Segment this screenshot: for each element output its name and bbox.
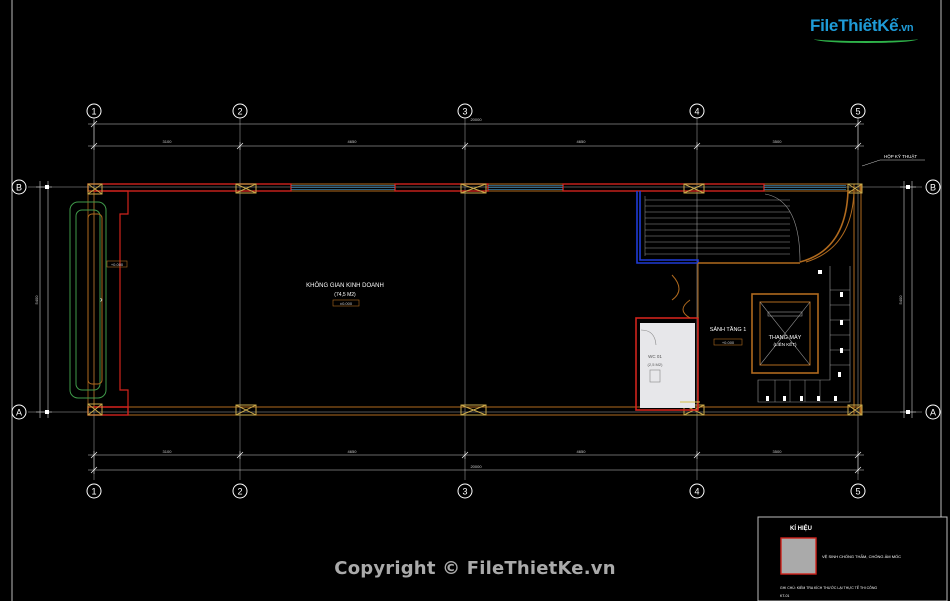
grid-label: 1 <box>91 487 96 497</box>
grid-label: 2 <box>237 107 242 117</box>
grid-label: A <box>930 408 936 418</box>
level-mark: +0.000 <box>722 340 735 345</box>
grid-bubbles-rows: B A B A <box>11 179 941 420</box>
room-sublabel: (74,5 M2) <box>334 292 356 298</box>
grid-bubbles-bottom: 1 2 3 4 5 <box>86 483 866 499</box>
structural-columns <box>87 183 863 416</box>
dimension-text: 3500 <box>773 139 783 144</box>
wc-room <box>635 317 699 411</box>
dimension-sides <box>36 181 916 418</box>
grid-label: 4 <box>694 107 699 117</box>
lower-staircase <box>757 266 851 403</box>
grid-bubbles-top: 1 2 3 4 5 <box>86 103 866 119</box>
leader-line <box>861 159 881 167</box>
facade-arrow: › <box>100 295 103 304</box>
annotation: HỘP KỸ THUẬT <box>884 153 917 159</box>
dimension-top <box>88 120 864 150</box>
grid-label: 2 <box>237 487 242 497</box>
grid-axes <box>28 118 922 480</box>
grid-label: 4 <box>694 487 699 497</box>
legend-sheet: KT-01 <box>780 594 789 598</box>
elevator-shaft <box>751 293 819 374</box>
brand-swoosh <box>814 35 918 43</box>
grid-label: 3 <box>462 487 467 497</box>
brand-suffix: .vn <box>898 22 914 34</box>
dimension-text: 4650 <box>348 449 358 454</box>
dimension-text: 20000 <box>470 464 482 469</box>
staircase <box>636 190 855 264</box>
dimension-bottom <box>88 451 864 474</box>
level-mark: +0.000 <box>111 262 124 267</box>
brand-logo: FileThiếtKế.vn <box>810 14 920 43</box>
grid-label: 5 <box>855 107 860 117</box>
grid-label: B <box>16 183 22 193</box>
copyright-watermark: Copyright © FileThietKe.vn <box>334 558 616 579</box>
dimension-text: 3100 <box>163 139 173 144</box>
floor-plan-drawing: 1 2 3 4 5 1 2 3 4 5 B A B A 20000 3100 4… <box>11 0 948 601</box>
brand-name: FileThiếtKế <box>810 16 899 35</box>
grid-label: 5 <box>855 487 860 497</box>
dimension-text: 5400 <box>898 295 903 305</box>
dimension-text: 5400 <box>34 295 39 305</box>
room-sublabel: (2,5 M2) <box>648 362 664 367</box>
dimension-text: 4650 <box>348 139 358 144</box>
grid-label: 1 <box>91 107 96 117</box>
legend-title: KÍ HIỆU <box>790 524 812 532</box>
section-markers <box>45 185 910 414</box>
grid-label: 3 <box>462 107 467 117</box>
level-mark: ±0.000 <box>340 301 353 306</box>
grid-label: A <box>16 408 22 418</box>
dimension-text: 3100 <box>163 449 173 454</box>
dimension-text: 3500 <box>773 449 783 454</box>
exterior-walls <box>87 183 862 416</box>
grid-label: B <box>930 183 936 193</box>
dimension-text: 4650 <box>577 449 587 454</box>
dimension-text: 4650 <box>577 139 587 144</box>
room-label: WC 01 <box>648 354 662 359</box>
room-label: KHÔNG GIAN KINH DOANH <box>306 282 384 289</box>
dimension-text: 20000 <box>470 117 482 122</box>
legend-note: GHI CHÚ: KIỂM TRA KÍCH THƯỚC LẠI THỰC TẾ… <box>780 585 877 590</box>
room-label: THANG MÁY <box>769 334 802 341</box>
room-sublabel: (LIÊN KẾT) <box>773 340 797 347</box>
window <box>291 185 846 190</box>
brand-logo-text: FileThiếtKế.vn <box>810 16 914 36</box>
room-label: SẢNH TẦNG 1 <box>710 326 747 333</box>
